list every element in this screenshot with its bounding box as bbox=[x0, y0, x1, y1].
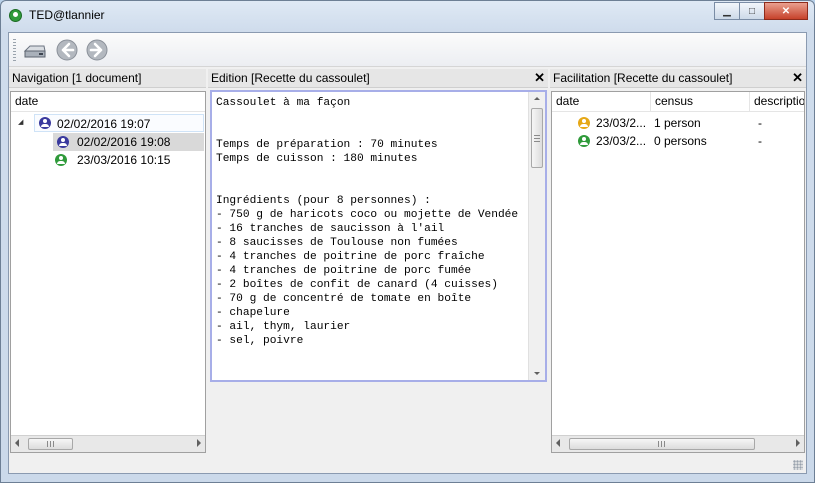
cell-description: - bbox=[758, 134, 762, 148]
scroll-thumb[interactable] bbox=[569, 438, 755, 450]
navigation-title: Navigation [1 document] bbox=[12, 71, 142, 85]
toolbar-grip-icon[interactable] bbox=[13, 39, 16, 61]
close-window-button[interactable]: ✕ bbox=[764, 2, 808, 20]
back-arrow-icon[interactable] bbox=[55, 38, 79, 62]
maximize-button[interactable]: □ bbox=[739, 2, 765, 20]
edition-header: Edition [Recette du cassoulet] ✕ bbox=[208, 69, 548, 88]
scroll-left-icon[interactable] bbox=[556, 439, 560, 447]
app-icon bbox=[9, 9, 22, 22]
column-header-census[interactable]: census bbox=[651, 92, 749, 112]
scroll-right-icon[interactable] bbox=[796, 439, 800, 447]
cell-date: 23/03/2... bbox=[596, 134, 647, 148]
cell-census: 0 persons bbox=[654, 134, 707, 148]
user-icon bbox=[55, 154, 67, 166]
user-icon bbox=[57, 136, 69, 148]
close-edition-icon[interactable]: ✕ bbox=[534, 69, 545, 87]
forward-arrow-icon[interactable] bbox=[85, 38, 109, 62]
app-window: TED@tlannier ▁ □ ✕ Navigation [1 documen… bbox=[0, 0, 815, 483]
cell-description: - bbox=[758, 116, 762, 130]
minimize-button[interactable]: ▁ bbox=[714, 2, 740, 20]
tree-expander-icon[interactable]: ◢ bbox=[18, 118, 23, 126]
column-header-date[interactable]: date bbox=[11, 92, 205, 112]
scroll-thumb[interactable] bbox=[531, 108, 543, 168]
toolbar bbox=[9, 33, 806, 67]
scroll-thumb[interactable] bbox=[28, 438, 73, 450]
navigation-tree[interactable]: date ◢ 02/02/2016 19:07 02/02/2016 19:08… bbox=[10, 91, 206, 453]
facilitation-table: date census descriptio 23/03/2... 1 pers… bbox=[551, 91, 805, 453]
table-row[interactable]: 23/03/2... 1 person - bbox=[552, 114, 804, 132]
window-controls: ▁ □ ✕ bbox=[714, 2, 808, 20]
user-icon bbox=[578, 135, 590, 147]
title-bar[interactable]: TED@tlannier ▁ □ ✕ bbox=[1, 1, 814, 29]
editor-content[interactable]: Cassoulet à ma façon Temps de préparatio… bbox=[216, 96, 526, 378]
scroll-left-icon[interactable] bbox=[15, 439, 19, 447]
scroll-down-icon[interactable] bbox=[534, 372, 540, 375]
window-title: TED@tlannier bbox=[29, 8, 105, 22]
vertical-scrollbar[interactable] bbox=[528, 92, 545, 380]
facilitation-header: Facilitation [Recette du cassoulet] ✕ bbox=[550, 69, 806, 88]
column-header-date[interactable]: date bbox=[552, 92, 650, 112]
horizontal-scrollbar[interactable] bbox=[552, 435, 804, 452]
tree-item-label: 02/02/2016 19:08 bbox=[77, 135, 171, 149]
cell-date: 23/03/2... bbox=[596, 116, 647, 130]
cell-census: 1 person bbox=[654, 116, 701, 130]
table-row[interactable]: 23/03/2... 0 persons - bbox=[552, 132, 804, 150]
scroll-up-icon[interactable] bbox=[534, 97, 540, 100]
client-area: Navigation [1 document] date ◢ 02/02/201… bbox=[8, 32, 807, 474]
tree-item-label: 02/02/2016 19:07 bbox=[57, 117, 151, 131]
close-facilitation-icon[interactable]: ✕ bbox=[792, 69, 803, 87]
facilitation-title: Facilitation [Recette du cassoulet] bbox=[553, 71, 733, 85]
scroll-right-icon[interactable] bbox=[197, 439, 201, 447]
recipe-editor[interactable]: Cassoulet à ma façon Temps de préparatio… bbox=[210, 90, 547, 382]
tree-item-label: 23/03/2016 10:15 bbox=[77, 153, 171, 167]
user-icon bbox=[39, 117, 51, 129]
user-icon bbox=[578, 117, 590, 129]
tree-item[interactable]: 23/03/2016 10:15 bbox=[53, 151, 204, 169]
tree-item-selected[interactable]: 02/02/2016 19:08 bbox=[53, 133, 204, 151]
horizontal-scrollbar[interactable] bbox=[11, 435, 205, 452]
column-header-description[interactable]: descriptio bbox=[750, 92, 804, 112]
drive-icon[interactable] bbox=[23, 38, 47, 62]
edition-title: Edition [Recette du cassoulet] bbox=[211, 71, 370, 85]
tree-item[interactable]: 02/02/2016 19:07 bbox=[34, 114, 204, 132]
resize-grip-icon[interactable] bbox=[793, 460, 803, 470]
navigation-header: Navigation [1 document] bbox=[9, 69, 206, 88]
